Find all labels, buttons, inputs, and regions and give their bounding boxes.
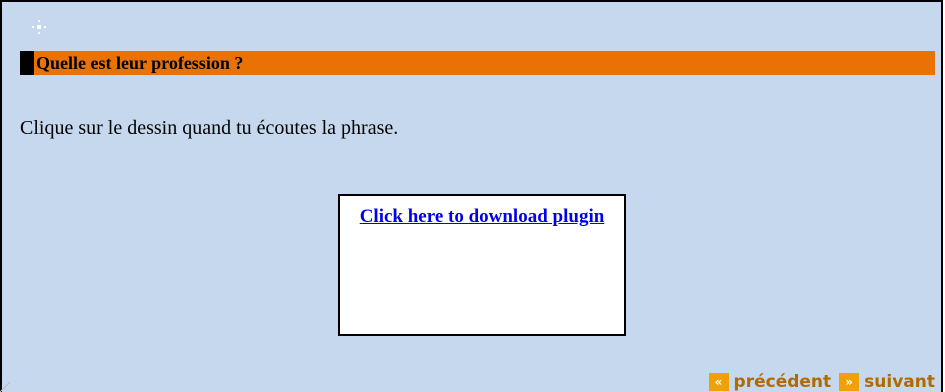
previous-label: précédent — [733, 372, 832, 392]
navigation-bar: « précédent » suivant — [701, 372, 935, 392]
previous-button[interactable]: « précédent — [708, 372, 832, 392]
previous-arrow-icon: « — [708, 373, 729, 391]
instruction-text: Clique sur le dessin quand tu écoutes la… — [20, 117, 399, 139]
next-label: suivant — [864, 372, 935, 392]
next-arrow-icon: » — [839, 373, 860, 391]
sparkle-icon — [32, 20, 46, 34]
corner-decoration — [0, 381, 11, 392]
section-header: Quelle est leur profession ? — [20, 51, 935, 75]
exercise-panel: Quelle est leur profession ? Clique sur … — [0, 0, 943, 392]
header-marker — [20, 51, 34, 75]
plugin-placeholder[interactable]: Click here to download plugin — [338, 194, 626, 336]
section-title: Quelle est leur profession ? — [36, 52, 244, 73]
next-button[interactable]: » suivant — [839, 372, 935, 392]
download-plugin-link[interactable]: Click here to download plugin — [357, 204, 607, 229]
